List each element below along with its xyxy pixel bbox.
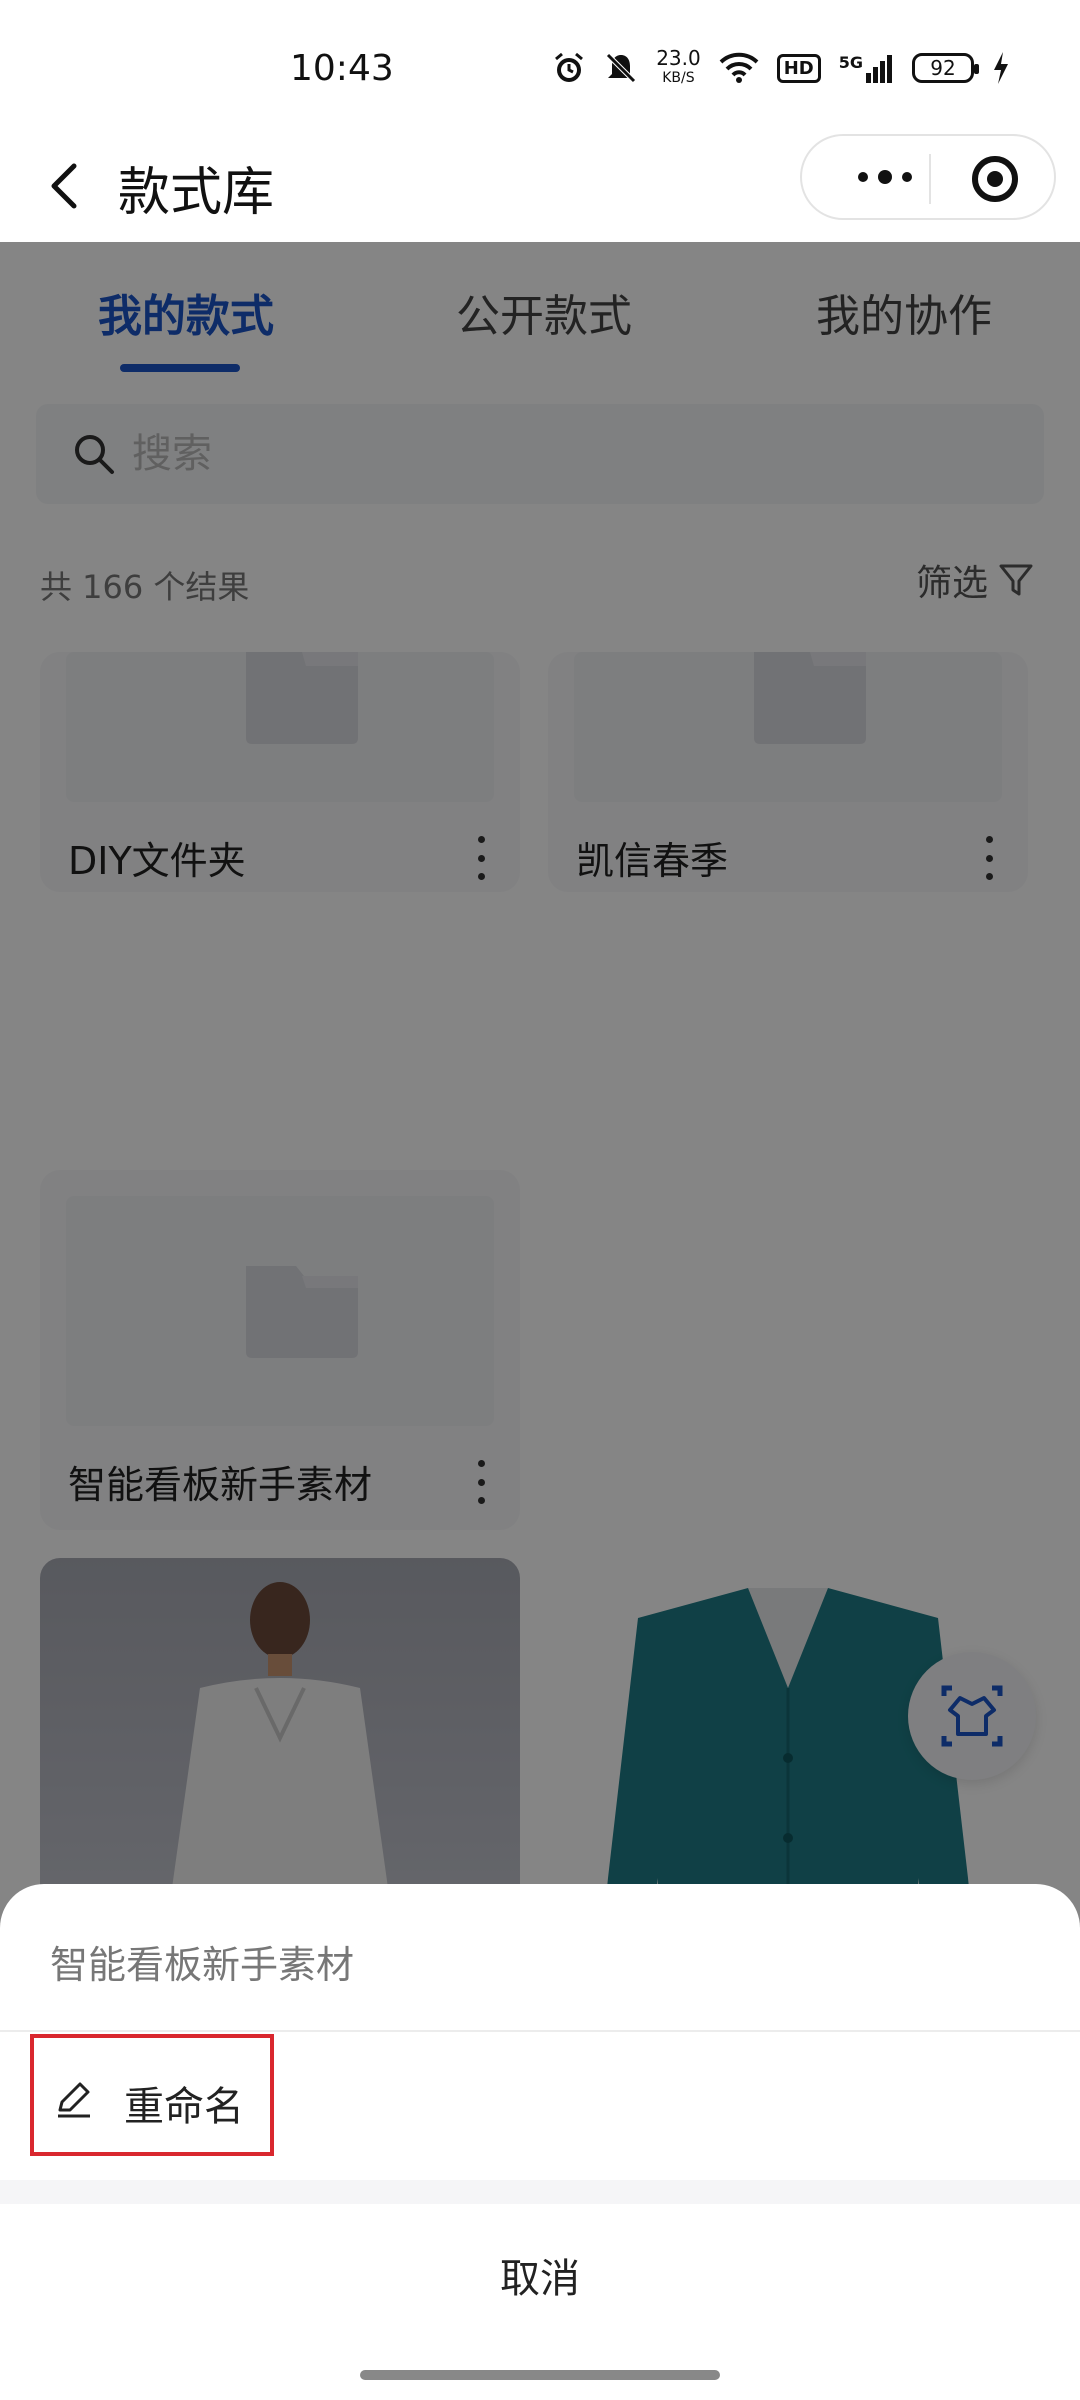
wifi-icon — [719, 52, 759, 83]
net-speed-unit: KB/S — [662, 70, 695, 86]
more-dots-icon[interactable] — [840, 154, 930, 200]
hd-badge: HD — [776, 53, 821, 83]
sheet-divider — [0, 2030, 1080, 2032]
nav-bar: 款式库 — [0, 130, 1080, 242]
charging-icon — [994, 52, 1008, 84]
rename-label: 重命名 — [124, 2084, 244, 2130]
mute-icon — [606, 53, 636, 83]
sheet-gap — [0, 2180, 1080, 2204]
action-sheet-title: 智能看板新手素材 — [50, 1943, 355, 1987]
rename-button[interactable]: 重命名 — [30, 2034, 274, 2156]
action-sheet: 智能看板新手素材 重命名 取消 — [0, 1884, 1080, 2400]
network-type: 5G — [838, 53, 863, 72]
cancel-button[interactable]: 取消 — [0, 2204, 1080, 2354]
home-indicator[interactable] — [360, 2370, 720, 2380]
capsule-divider — [929, 154, 931, 204]
mini-program-capsule — [800, 134, 1056, 220]
net-speed-value: 23.0 — [656, 46, 701, 70]
chevron-left-icon[interactable] — [40, 156, 90, 216]
battery-indicator: 92 — [912, 53, 979, 83]
net-speed: 23.0 KB/S — [656, 48, 701, 88]
pencil-icon — [58, 2082, 90, 2118]
signal-indicator: 5G — [839, 53, 894, 83]
status-bar: 10:43 23.0 KB/S HD 5G 92 — [0, 0, 1080, 130]
page-title: 款式库 — [118, 163, 275, 223]
target-icon[interactable] — [972, 156, 1018, 202]
status-time: 10:43 — [290, 48, 394, 89]
signal-icon — [866, 55, 892, 83]
alarm-icon — [555, 52, 584, 82]
status-icons: 23.0 KB/S HD 5G 92 — [552, 48, 1010, 88]
